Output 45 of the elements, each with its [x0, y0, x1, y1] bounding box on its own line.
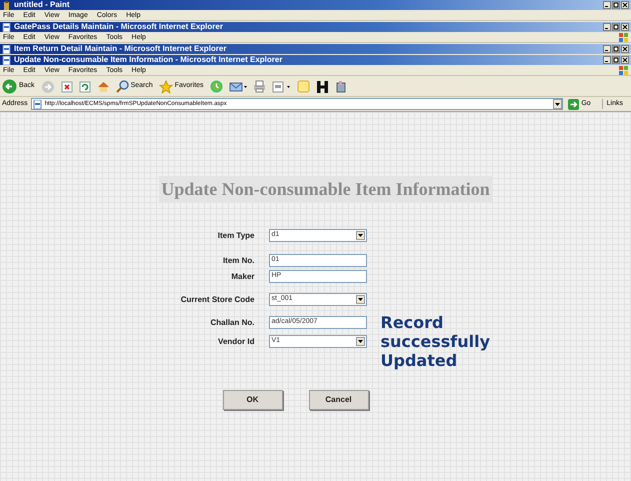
windows-logo-icon: [619, 66, 628, 75]
window-title: untitled - Paint: [14, 0, 70, 10]
go-arrow-icon: [568, 98, 580, 110]
dropdown-arrow-icon[interactable]: [356, 295, 364, 304]
field-label: Vendor Id: [217, 336, 256, 348]
maximize-icon[interactable]: [612, 1, 620, 9]
close-icon[interactable]: [621, 45, 629, 53]
stop-icon[interactable]: [60, 80, 73, 92]
windows-logo-icon: [619, 33, 628, 42]
field-label: Maker: [230, 270, 256, 282]
maximize-icon[interactable]: [612, 23, 620, 31]
page-icon: [2, 22, 11, 32]
printer-icon[interactable]: [252, 80, 266, 93]
search-icon: [116, 80, 129, 93]
cancel-button[interactable]: Cancel: [308, 390, 368, 410]
paint-icon: [2, 0, 11, 10]
dropdown-arrow-icon[interactable]: [356, 337, 364, 346]
window-title: Item Return Detail Maintain - Microsoft Internet Explorer: [14, 44, 226, 54]
minimize-icon[interactable]: [603, 45, 611, 53]
field-label: Challan No.: [209, 316, 256, 328]
success-message: Record successfully Updated: [380, 313, 492, 370]
page-icon: [32, 100, 42, 108]
page-icon: [2, 56, 11, 64]
page-heading: Update Non-consumable Item Information: [159, 176, 492, 203]
close-icon[interactable]: [621, 56, 629, 64]
page-icon: [2, 44, 11, 54]
window-title: GatePass Details Maintain - Microsoft Internet Explorer: [14, 22, 223, 32]
window-title: Update Non-consumable Item Information - Microsoft Internet Explorer: [14, 55, 282, 65]
field-label: Item Type: [216, 230, 256, 242]
home-icon[interactable]: [96, 80, 110, 92]
mail-icon[interactable]: [228, 80, 247, 93]
minimize-icon[interactable]: [603, 1, 611, 9]
messenger-icon[interactable]: [334, 80, 347, 93]
star-icon: [158, 80, 173, 94]
edit-icon[interactable]: [272, 80, 291, 92]
close-icon[interactable]: [621, 1, 629, 9]
dropdown-arrow-icon[interactable]: [356, 231, 364, 240]
ok-button[interactable]: OK: [222, 390, 282, 410]
field-label: Current Store Code: [180, 294, 256, 306]
refresh-icon[interactable]: [78, 80, 91, 92]
field-label: Item No.: [222, 254, 256, 266]
close-icon[interactable]: [621, 23, 629, 31]
minimize-icon[interactable]: [603, 23, 611, 31]
h-logo-icon[interactable]: [316, 80, 329, 94]
minimize-icon[interactable]: [603, 56, 611, 64]
